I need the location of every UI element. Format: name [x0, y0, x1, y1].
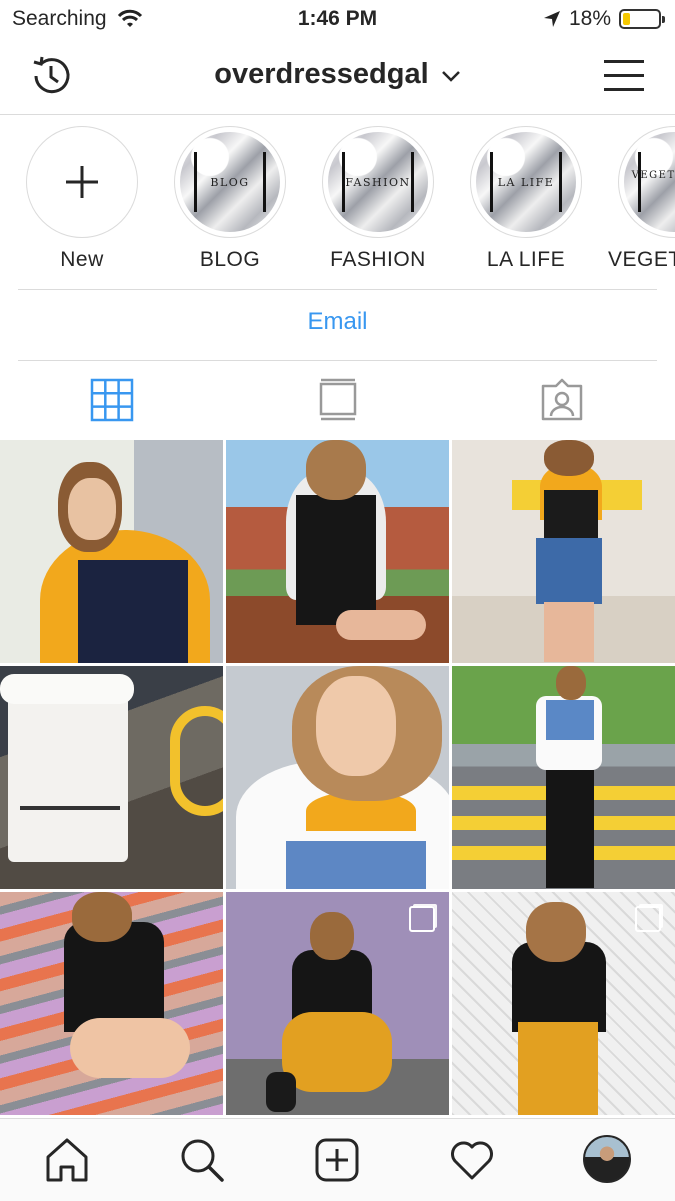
- new-highlight-circle[interactable]: [26, 126, 138, 238]
- profile-avatar[interactable]: [583, 1135, 631, 1183]
- post-thumbnail[interactable]: [452, 440, 675, 663]
- hamburger-menu-icon[interactable]: [604, 58, 644, 94]
- highlight-cover: BLOG: [180, 132, 280, 232]
- username: overdressedgal: [214, 58, 429, 90]
- location-arrow-icon: [543, 11, 560, 27]
- highlight-cover: FASHION: [328, 132, 428, 232]
- post-thumbnail[interactable]: [226, 440, 449, 663]
- highlight-label: FASHION: [330, 248, 426, 271]
- status-bar: Searching 1:46 PM 18%: [0, 0, 675, 38]
- battery-icon: [619, 9, 665, 29]
- story-highlights: New BLOG BLOG FASHION FASHION LA LIFE LA…: [0, 116, 675, 286]
- post-thumbnail[interactable]: [226, 666, 449, 889]
- new-post-icon[interactable]: [314, 1137, 360, 1183]
- grid-view-icon[interactable]: [90, 378, 134, 422]
- divider: [18, 360, 657, 361]
- username-switcher[interactable]: overdressedgal: [0, 58, 675, 91]
- profile-header: overdressedgal: [0, 38, 675, 115]
- bottom-nav: [0, 1118, 675, 1201]
- post-thumbnail[interactable]: [0, 440, 223, 663]
- divider: [18, 289, 657, 290]
- post-thumbnail[interactable]: [226, 892, 449, 1115]
- highlight-vegetarian[interactable]: VEGETA FOO VEGET: [608, 126, 675, 272]
- chevron-down-icon: [441, 71, 460, 82]
- multi-photo-icon: [409, 906, 435, 932]
- multi-photo-icon: [635, 906, 661, 932]
- post-thumbnail[interactable]: [452, 666, 675, 889]
- highlight-label: LA LIFE: [486, 248, 566, 271]
- highlight-blog[interactable]: BLOG BLOG: [172, 126, 288, 272]
- highlight-label: New: [60, 248, 104, 271]
- highlight-la-life[interactable]: LA LIFE LA LIFE: [468, 126, 584, 272]
- post-thumbnail[interactable]: [0, 666, 223, 889]
- highlight-label: BLOG: [199, 248, 261, 271]
- home-icon[interactable]: [44, 1137, 90, 1183]
- search-icon[interactable]: [179, 1137, 225, 1183]
- highlight-cover: VEGETA FOO: [624, 132, 675, 232]
- post-thumbnail[interactable]: [452, 892, 675, 1115]
- post-grid: [0, 440, 675, 1117]
- profile-tabs: [0, 362, 675, 440]
- battery-percent: 18%: [568, 7, 611, 30]
- plus-icon: [66, 166, 98, 198]
- email-button[interactable]: Email: [0, 308, 675, 336]
- highlight-label: VEGET: [608, 248, 675, 271]
- tagged-view-icon[interactable]: [540, 378, 584, 422]
- highlight-cover: LA LIFE: [476, 132, 576, 232]
- activity-heart-icon[interactable]: [449, 1137, 495, 1183]
- highlight-fashion[interactable]: FASHION FASHION: [320, 126, 436, 272]
- feed-view-icon[interactable]: [316, 378, 360, 422]
- post-thumbnail[interactable]: [0, 892, 223, 1115]
- highlight-new[interactable]: New: [24, 126, 140, 272]
